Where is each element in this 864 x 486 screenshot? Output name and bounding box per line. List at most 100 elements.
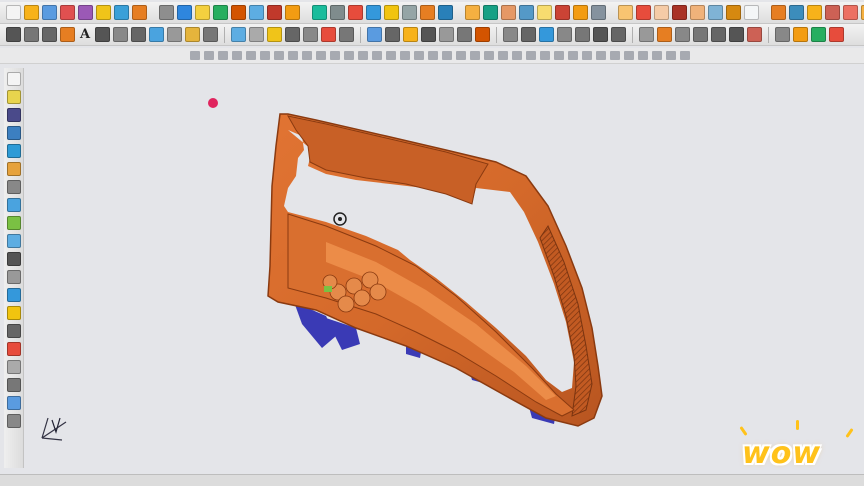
toolbar-row2-tool-b-36-icon[interactable] (775, 27, 790, 42)
view-tool-21-icon[interactable] (470, 51, 480, 60)
view-tool-35-icon[interactable] (666, 51, 676, 60)
left-tool-14-icon[interactable] (6, 306, 21, 320)
toolbar-row1-tool-35-icon[interactable] (654, 5, 669, 20)
toolbar-row1-tool-15-icon[interactable] (267, 5, 282, 20)
toolbar-row1-tool-11-icon[interactable] (195, 5, 210, 20)
toolbar-row2-tool-b-19-icon[interactable] (439, 27, 454, 42)
toolbar-row1-tool-32-icon[interactable] (591, 5, 606, 20)
toolbar-row2-tool-b-31-icon[interactable] (675, 27, 690, 42)
toolbar-row2-tool-b-14-icon[interactable] (339, 27, 354, 42)
toolbar-row1-tool-22-icon[interactable] (402, 5, 417, 20)
toolbar-row1-tool-12-icon[interactable] (213, 5, 228, 20)
toolbar-row2-tool-b-29-icon[interactable] (639, 27, 654, 42)
toolbar-row2-tool-b-12-icon[interactable] (303, 27, 318, 42)
toolbar-row2-tool-b-39-icon[interactable] (829, 27, 844, 42)
view-tool-22-icon[interactable] (484, 51, 494, 60)
view-tool-9-icon[interactable] (302, 51, 312, 60)
view-tool-11-icon[interactable] (330, 51, 340, 60)
left-tool-13-icon[interactable] (6, 288, 21, 302)
toolbar-row2-tool-b-17-icon[interactable] (403, 27, 418, 42)
view-tool-7-icon[interactable] (274, 51, 284, 60)
toolbar-row1-tool-19-icon[interactable] (348, 5, 363, 20)
toolbar-row1-tool-6-icon[interactable] (96, 5, 111, 20)
toolbar-row2-tool-b-24-icon[interactable] (539, 27, 554, 42)
view-tool-19-icon[interactable] (442, 51, 452, 60)
toolbar-row1-tool-21-icon[interactable] (384, 5, 399, 20)
toolbar-row1-tool-37-icon[interactable] (690, 5, 705, 20)
toolbar-row2-tool-4-icon[interactable] (60, 27, 75, 42)
view-tool-26-icon[interactable] (540, 51, 550, 60)
view-tool-32-icon[interactable] (624, 51, 634, 60)
toolbar-row1-tool-28-icon[interactable] (519, 5, 534, 20)
toolbar-row1-tool-33-icon[interactable] (618, 5, 633, 20)
toolbar-row1-tool-38-icon[interactable] (708, 5, 723, 20)
model-canvas[interactable] (26, 66, 864, 472)
toolbar-row2-tool-b-3-icon[interactable] (131, 27, 146, 42)
left-tool-7-icon[interactable] (6, 180, 21, 194)
view-tool-5-icon[interactable] (246, 51, 256, 60)
left-tool-8-icon[interactable] (6, 198, 21, 212)
toolbar-row1-tool-44-icon[interactable] (825, 5, 840, 20)
toolbar-row2-tool-b-2-icon[interactable] (113, 27, 128, 42)
toolbar-row2-tool-b-4-icon[interactable] (149, 27, 164, 42)
view-tool-13-icon[interactable] (358, 51, 368, 60)
toolbar-row2-tool-1-icon[interactable] (6, 27, 21, 42)
toolbar-row1-tool-13-icon[interactable] (231, 5, 246, 20)
toolbar-row1-tool-39-icon[interactable] (726, 5, 741, 20)
left-tool-20-icon[interactable] (6, 414, 21, 428)
toolbar-row2-tool-b-16-icon[interactable] (385, 27, 400, 42)
toolbar-row2-tool-b-35-icon[interactable] (747, 27, 762, 42)
view-tool-15-icon[interactable] (386, 51, 396, 60)
toolbar-row1-tool-31-icon[interactable] (573, 5, 588, 20)
toolbar-row2-tool-b-21-icon[interactable] (475, 27, 490, 42)
view-tool-14-icon[interactable] (372, 51, 382, 60)
toolbar-row2-tool-b-1-icon[interactable] (95, 27, 110, 42)
toolbar-row1-tool-20-icon[interactable] (366, 5, 381, 20)
toolbar-row1-tool-1-icon[interactable] (6, 5, 21, 20)
view-tool-20-icon[interactable] (456, 51, 466, 60)
toolbar-row1-tool-18-icon[interactable] (330, 5, 345, 20)
toolbar-row2-tool-3-icon[interactable] (42, 27, 57, 42)
view-tool-2-icon[interactable] (204, 51, 214, 60)
toolbar-row1-tool-23-icon[interactable] (420, 5, 435, 20)
left-tool-1-icon[interactable] (6, 72, 21, 86)
view-tool-36-icon[interactable] (680, 51, 690, 60)
left-tool-9-icon[interactable] (6, 216, 21, 230)
toolbar-row2-tool-b-32-icon[interactable] (693, 27, 708, 42)
toolbar-row2-tool-b-20-icon[interactable] (457, 27, 472, 42)
toolbar-row2-tool-b-6-icon[interactable] (185, 27, 200, 42)
view-tool-16-icon[interactable] (400, 51, 410, 60)
view-tool-30-icon[interactable] (596, 51, 606, 60)
toolbar-row2-tool-b-7-icon[interactable] (203, 27, 218, 42)
view-tool-12-icon[interactable] (344, 51, 354, 60)
toolbar-row1-tool-45-icon[interactable] (843, 5, 858, 20)
toolbar-row1-tool-42-icon[interactable] (789, 5, 804, 20)
toolbar-row1-tool-24-icon[interactable] (438, 5, 453, 20)
toolbar-row1-tool-5-icon[interactable] (78, 5, 93, 20)
view-tool-34-icon[interactable] (652, 51, 662, 60)
toolbar-row2-tool-b-27-icon[interactable] (593, 27, 608, 42)
left-tool-5-icon[interactable] (6, 144, 21, 158)
left-tool-4-icon[interactable] (6, 126, 21, 140)
view-tool-31-icon[interactable] (610, 51, 620, 60)
view-tool-17-icon[interactable] (414, 51, 424, 60)
toolbar-row1-tool-2-icon[interactable] (24, 5, 39, 20)
toolbar-row2-tool-b-26-icon[interactable] (575, 27, 590, 42)
toolbar-row1-tool-40-icon[interactable] (744, 5, 759, 20)
left-tool-2-icon[interactable] (6, 90, 21, 104)
left-tool-18-icon[interactable] (6, 378, 21, 392)
toolbar-row1-tool-14-icon[interactable] (249, 5, 264, 20)
view-tool-29-icon[interactable] (582, 51, 592, 60)
view-tool-23-icon[interactable] (498, 51, 508, 60)
left-tool-11-icon[interactable] (6, 252, 21, 266)
3d-viewport[interactable] (26, 66, 864, 472)
toolbar-row1-tool-17-icon[interactable] (312, 5, 327, 20)
view-tool-3-icon[interactable] (218, 51, 228, 60)
toolbar-row1-tool-10-icon[interactable] (177, 5, 192, 20)
toolbar-row1-tool-4-icon[interactable] (60, 5, 75, 20)
toolbar-row1-tool-9-icon[interactable] (159, 5, 174, 20)
left-tool-10-icon[interactable] (6, 234, 21, 248)
view-tool-24-icon[interactable] (512, 51, 522, 60)
view-tool-4-icon[interactable] (232, 51, 242, 60)
toolbar-row2-tool-2-icon[interactable] (24, 27, 39, 42)
